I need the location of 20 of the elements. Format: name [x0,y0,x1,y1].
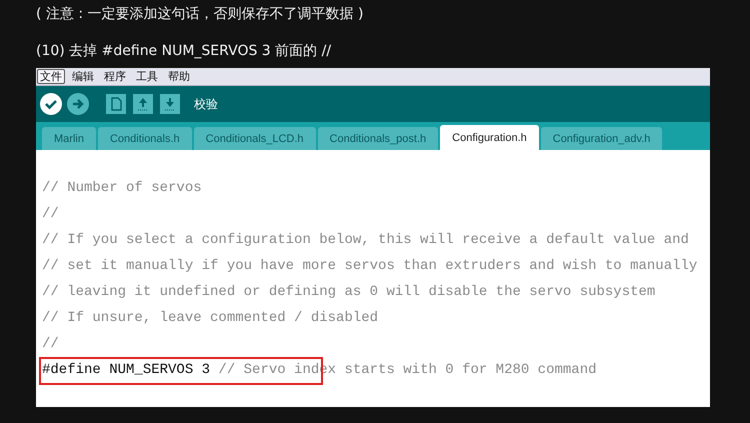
code-comment: // [42,206,59,222]
file-icon[interactable] [105,93,127,115]
code-comment: // If unsure, leave commented / disabled [42,310,378,326]
file-tab[interactable]: Configuration.h [440,125,539,150]
menu-item[interactable]: 编辑 [69,69,97,84]
toolbar-label: 校验 [194,96,218,112]
menu-item[interactable]: 文件 [37,69,65,84]
code-comment: // [42,336,59,352]
menu-item[interactable]: 程序 [101,69,129,84]
code-comment: // leaving it undefined or defining as 0 will disable the servo subsystem [42,284,656,300]
code-text: #define NUM_SERVOS 3 [42,362,210,378]
code-comment: // If you select a configuration below, this will receive a default value and [42,232,689,248]
code-comment: // Number of servos [42,180,202,196]
verify-icon[interactable] [40,93,62,115]
code-comment: // set it manually if you have more servos than extruders and wish to manually [42,258,698,274]
menu-item[interactable]: 工具 [133,69,161,84]
note-text: ( 注意 : 一定要添加这句话，否则保存不了调平数据 ) [36,5,364,24]
menu-item[interactable]: 帮助 [165,69,193,84]
arrow-right-icon[interactable] [67,93,89,115]
step-heading: (10) 去掉 #define NUM_SERVOS 3 前面的 // [36,42,332,61]
